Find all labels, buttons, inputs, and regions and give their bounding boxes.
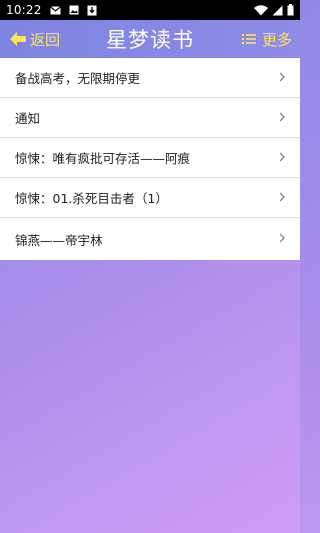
chevron-right-icon [279, 232, 285, 246]
chevron-right-icon [279, 71, 285, 85]
list-item-label: 惊悚：01.杀死目击者（1） [15, 191, 168, 206]
list-item[interactable]: 锦燕——帝宇林 [0, 218, 300, 260]
status-bar-right [254, 4, 294, 16]
list-item-label: 通知 [15, 111, 41, 126]
list-item[interactable]: 通知 [0, 98, 300, 138]
back-button[interactable]: 返回 [10, 20, 60, 58]
battery-icon [287, 4, 294, 16]
list-item-label: 备战高考，无限期停更 [15, 71, 141, 86]
status-bar-left: 10:22 [6, 3, 97, 17]
list-item-label: 锦燕——帝宇林 [15, 232, 103, 248]
chevron-right-icon [279, 191, 285, 205]
arrow-left-icon [10, 32, 27, 46]
download-icon [87, 5, 97, 16]
list-item[interactable]: 惊悚：01.杀死目击者（1） [0, 178, 300, 218]
list-item[interactable]: 惊悚：唯有疯批可存活——阿痕 [0, 138, 300, 178]
status-bar: 10:22 [0, 0, 300, 20]
more-label: 更多 [261, 30, 292, 49]
list-item[interactable]: 备战高考，无限期停更 [0, 58, 300, 98]
list-menu-icon [241, 33, 256, 45]
chevron-right-icon [279, 111, 285, 125]
signal-icon [272, 5, 283, 16]
back-label: 返回 [30, 30, 61, 49]
mail-icon [49, 5, 61, 15]
app-header: 返回 星梦读书 更多 [0, 20, 300, 58]
more-button[interactable]: 更多 [241, 20, 292, 58]
image-icon [69, 5, 79, 15]
list-item-label: 惊悚：唯有疯批可存活——阿痕 [15, 151, 191, 166]
wifi-icon [254, 4, 268, 16]
status-time: 10:22 [6, 3, 42, 17]
chevron-right-icon [279, 151, 285, 165]
book-list: 备战高考，无限期停更 通知 惊悚：唯有疯批可存活——阿痕 惊悚：01.杀死目击者… [0, 58, 300, 260]
